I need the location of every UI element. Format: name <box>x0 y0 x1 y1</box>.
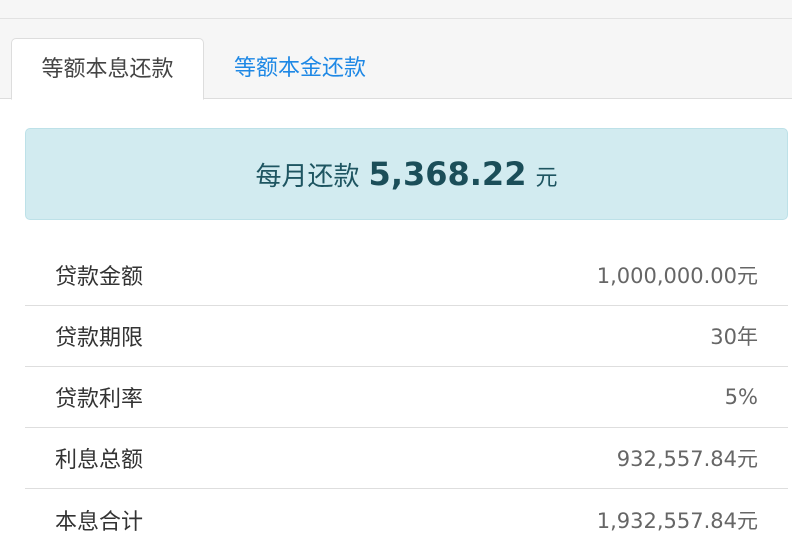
monthly-payment-banner: 每月还款 5,368.22 元 <box>25 128 788 220</box>
monthly-payment-unit: 元 <box>535 166 558 191</box>
detail-key: 利息总额 <box>55 448 144 473</box>
monthly-payment-amount: 5,368.22 <box>368 155 527 193</box>
tab-equal-principal[interactable]: 等额本金还款 <box>205 38 395 100</box>
detail-row-loan-term: 贷款期限 30年 <box>25 306 788 367</box>
detail-row-loan-amount: 贷款金额 1,000,000.00元 <box>25 245 788 306</box>
top-bar <box>0 0 792 19</box>
detail-row-total-repayment: 本息合计 1,932,557.84元 <box>25 489 788 550</box>
detail-row-total-interest: 利息总额 932,557.84元 <box>25 428 788 489</box>
tab-bar: 等额本息还款 等额本金还款 <box>0 19 792 100</box>
detail-row-interest-rate: 贷款利率 5% <box>25 367 788 428</box>
detail-value: 1,932,557.84元 <box>596 508 758 533</box>
detail-key: 本息合计 <box>55 509 144 535</box>
detail-value: 1,000,000.00元 <box>596 264 758 288</box>
detail-value: 932,557.84元 <box>616 447 758 471</box>
detail-value: 30年 <box>710 325 758 349</box>
detail-key: 贷款期限 <box>55 326 144 351</box>
loan-details-table: 贷款金额 1,000,000.00元 贷款期限 30年 贷款利率 5% 利息总额… <box>25 245 788 550</box>
detail-key: 贷款金额 <box>55 265 144 290</box>
detail-key: 贷款利率 <box>55 387 144 412</box>
tab-equal-installment[interactable]: 等额本息还款 <box>11 38 204 100</box>
detail-value: 5% <box>724 385 758 409</box>
monthly-payment-label: 每月还款 <box>255 161 360 192</box>
